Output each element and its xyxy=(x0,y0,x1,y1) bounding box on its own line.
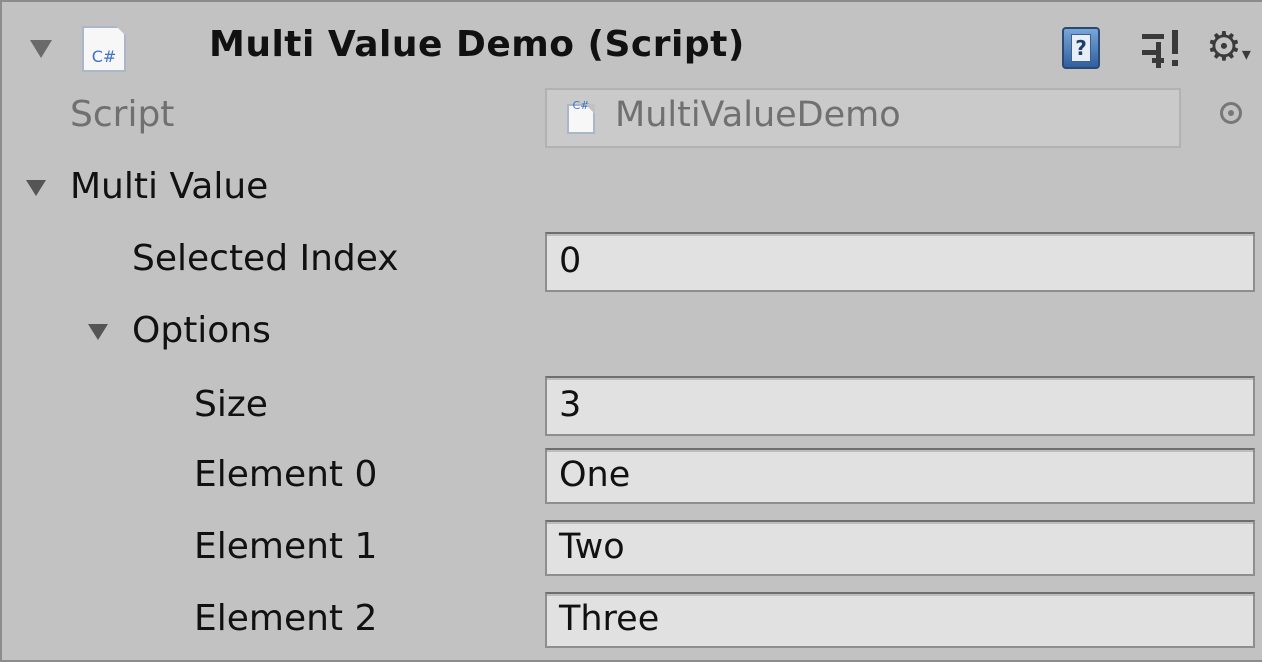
size-field[interactable]: 3 xyxy=(545,376,1255,436)
inspector-panel: C# Multi Value Demo (Script) ? ⚙▾ Script… xyxy=(0,0,1262,662)
component-header[interactable]: C# Multi Value Demo (Script) ? ⚙▾ xyxy=(2,2,1262,90)
help-book-icon[interactable]: ? xyxy=(1062,27,1100,69)
gear-dropdown-caret-icon: ▾ xyxy=(1241,44,1251,65)
multi-value-row[interactable]: Multi Value xyxy=(2,160,1262,220)
element-2-field[interactable]: Three xyxy=(545,592,1255,648)
help-icon-glyph: ? xyxy=(1071,34,1091,62)
script-object-value: MultiValueDemo xyxy=(615,95,901,135)
element-1-field[interactable]: Two xyxy=(545,520,1255,576)
csharp-icon-text: C# xyxy=(91,47,117,66)
presets-sliders-icon[interactable] xyxy=(1142,28,1182,72)
element-0-field[interactable]: One xyxy=(545,448,1255,504)
script-object-field[interactable]: C# MultiValueDemo xyxy=(545,88,1181,148)
multi-value-label: Multi Value xyxy=(70,166,269,207)
csharp-script-icon: C# xyxy=(82,26,126,72)
element-2-label: Element 2 xyxy=(194,598,378,639)
options-label: Options xyxy=(132,310,271,351)
size-label: Size xyxy=(194,384,268,425)
gear-glyph: ⚙ xyxy=(1206,24,1242,70)
component-foldout-arrow[interactable] xyxy=(30,40,52,58)
element-row-0: Element 0 One xyxy=(2,448,1262,508)
script-label: Script xyxy=(70,94,175,135)
multi-value-foldout-arrow[interactable] xyxy=(26,180,46,196)
selected-index-field[interactable]: 0 xyxy=(545,232,1255,292)
options-row[interactable]: Options xyxy=(2,304,1262,364)
object-picker-icon[interactable] xyxy=(1220,102,1242,124)
script-row: Script C# MultiValueDemo xyxy=(2,88,1262,152)
component-title: Multi Value Demo (Script) xyxy=(209,24,745,65)
element-1-label: Element 1 xyxy=(194,526,378,567)
gear-menu-icon[interactable]: ⚙▾ xyxy=(1206,22,1262,72)
selected-index-row: Selected Index 0 xyxy=(2,230,1262,294)
csharp-script-small-icon: C# xyxy=(567,99,595,134)
element-0-label: Element 0 xyxy=(194,454,378,495)
csharp-small-icon-text: C# xyxy=(572,99,590,112)
element-row-1: Element 1 Two xyxy=(2,520,1262,580)
element-row-2: Element 2 Three xyxy=(2,592,1262,652)
options-foldout-arrow[interactable] xyxy=(88,324,108,340)
selected-index-label: Selected Index xyxy=(132,238,399,279)
size-row: Size 3 xyxy=(2,374,1262,438)
